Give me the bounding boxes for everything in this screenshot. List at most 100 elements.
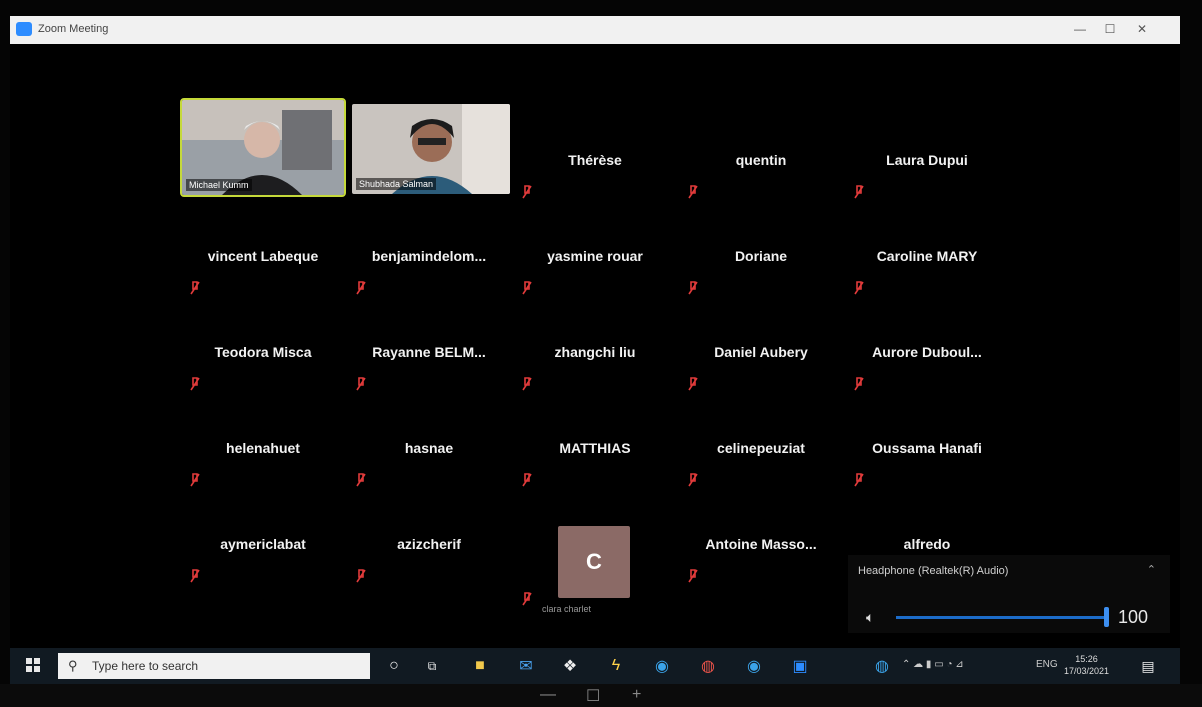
participant-tile[interactable]: Aurore Duboul...	[846, 306, 1008, 401]
muted-mic-icon	[854, 185, 864, 199]
participant-name: quentin	[735, 152, 787, 168]
box-glyph: ☐	[586, 688, 601, 705]
search-placeholder: Type here to search	[92, 659, 199, 673]
plus-glyph: +	[632, 686, 642, 703]
monitor-bezel: — ☐ +	[0, 684, 1202, 707]
participant-name: helenahuet	[226, 440, 300, 456]
muted-mic-icon	[190, 281, 200, 295]
muted-mic-icon	[190, 569, 200, 583]
title-bar: Zoom Meeting — ☐ ✕	[10, 16, 1180, 45]
participant-tile[interactable]: Laura Dupui	[846, 114, 1008, 209]
participant-name: MATTHIAS	[559, 440, 631, 456]
cortana-icon[interactable]: ○	[382, 654, 406, 678]
participant-tile[interactable]: zhangchi liu	[514, 306, 676, 401]
video-tile-name: Shubhada Salman	[356, 178, 437, 190]
participant-tile[interactable]: azizcherif	[348, 498, 510, 593]
participant-tile[interactable]: yasmine rouar	[514, 210, 676, 305]
muted-mic-icon	[356, 473, 366, 487]
participant-tile[interactable]: aymericlabat	[182, 498, 344, 593]
minimize-button[interactable]: —	[1070, 22, 1090, 36]
participant-tile[interactable]: celinepeuziat	[680, 402, 842, 497]
volume-slider-track[interactable]	[896, 616, 1106, 619]
muted-mic-icon	[522, 185, 532, 199]
volume-value: 100	[1118, 607, 1149, 627]
participant-tile[interactable]: Caroline MARY	[846, 210, 1008, 305]
speaker-icon[interactable]: 🔈︎	[866, 609, 874, 626]
participant-tile[interactable]: vincent Labeque	[182, 210, 344, 305]
clock-time: 15:26	[1075, 654, 1098, 664]
muted-mic-icon	[522, 473, 532, 487]
participant-tile[interactable]: Thérèse	[514, 114, 676, 209]
muted-mic-icon	[688, 281, 698, 295]
task-view-icon[interactable]: ⧉	[420, 654, 444, 678]
minus-glyph: —	[540, 686, 556, 703]
muted-mic-icon	[688, 473, 698, 487]
windows-start-icon[interactable]	[26, 658, 40, 672]
muted-mic-icon	[190, 377, 200, 391]
participant-name: Doriane	[734, 248, 788, 264]
muted-mic-icon	[854, 377, 864, 391]
zoom-app-icon	[16, 22, 32, 36]
participant-name: Laura Dupui	[886, 152, 968, 168]
edge-beta-icon[interactable]: ◉	[742, 654, 766, 678]
participant-tile[interactable]: benjamindelom...	[348, 210, 510, 305]
participant-name: zhangchi liu	[554, 344, 636, 360]
participant-tile[interactable]: hasnae	[348, 402, 510, 497]
chevron-up-icon[interactable]: ⌃	[1147, 563, 1156, 576]
participant-tile[interactable]: Daniel Aubery	[680, 306, 842, 401]
maximize-button[interactable]: ☐	[1100, 22, 1120, 36]
participant-tile[interactable]: Rayanne BELM...	[348, 306, 510, 401]
taskbar: ⚲ Type here to search ○ ⧉ ■ ✉ ❖ ϟ ◉ ◍ ◉ …	[10, 648, 1180, 684]
muted-mic-icon	[688, 377, 698, 391]
participant-tile[interactable]: quentin	[680, 114, 842, 209]
participant-tile[interactable]: Doriane	[680, 210, 842, 305]
participant-name: benjamindelom...	[371, 248, 487, 264]
muted-mic-icon	[854, 281, 864, 295]
muted-mic-icon	[190, 473, 200, 487]
participant-tile[interactable]: MATTHIAS	[514, 402, 676, 497]
video-tile-shubhada[interactable]: Shubhada Salman	[352, 104, 510, 194]
zoom-taskbar-icon[interactable]: ▣	[788, 654, 812, 678]
muted-mic-icon	[854, 473, 864, 487]
participant-tile[interactable]: Antoine Masso...	[680, 498, 842, 593]
video-tile-name: Michael Kumm	[186, 179, 252, 191]
participant-name: Caroline MARY	[876, 248, 978, 264]
muted-mic-icon	[688, 185, 698, 199]
chrome-icon[interactable]: ◍	[696, 654, 720, 678]
participant-tile[interactable]: Teodora Misca	[182, 306, 344, 401]
globe-icon[interactable]: ◍	[870, 654, 894, 678]
tray-icons[interactable]: ⌃ ☁ ▮ ▭ ◔ ⊿	[902, 659, 964, 670]
audio-device-name[interactable]: Headphone (Realtek(R) Audio)	[858, 565, 1008, 577]
dropbox-icon[interactable]: ❖	[558, 654, 582, 678]
file-explorer-icon[interactable]: ■	[468, 654, 492, 678]
participant-name: Antoine Masso...	[705, 536, 817, 552]
language-indicator[interactable]: ENG	[1036, 659, 1058, 670]
edge-icon[interactable]: ◉	[650, 654, 674, 678]
muted-mic-icon	[522, 592, 532, 606]
notifications-icon[interactable]: ▤	[1136, 654, 1160, 678]
system-clock[interactable]: 15:26 17/03/2021	[1064, 653, 1109, 677]
muted-mic-icon	[688, 569, 698, 583]
participant-name: celinepeuziat	[717, 440, 805, 456]
muted-mic-icon	[522, 281, 532, 295]
participant-avatar[interactable]: C	[558, 526, 630, 598]
volume-slider-thumb[interactable]	[1104, 607, 1109, 627]
participant-tile[interactable]: helenahuet	[182, 402, 344, 497]
muted-mic-icon	[356, 377, 366, 391]
participant-tile[interactable]: Oussama Hanafi	[846, 402, 1008, 497]
audio-flyout: Headphone (Realtek(R) Audio) ⌃ 🔈︎ 100	[848, 555, 1170, 633]
mail-icon[interactable]: ✉	[514, 654, 538, 678]
lightning-icon[interactable]: ϟ	[604, 654, 628, 678]
muted-mic-icon	[356, 569, 366, 583]
participant-name: clara charlet	[542, 604, 592, 614]
video-tile-michael[interactable]: Michael Kumm	[180, 98, 346, 197]
participant-name: Rayanne BELM...	[372, 344, 486, 360]
participant-name: yasmine rouar	[547, 248, 643, 264]
clock-date: 17/03/2021	[1064, 666, 1110, 676]
participant-name: vincent Labeque	[207, 248, 319, 264]
taskbar-search-input[interactable]: ⚲ Type here to search	[58, 653, 370, 679]
participant-name: azizcherif	[397, 536, 461, 552]
close-button[interactable]: ✕	[1132, 22, 1152, 36]
participant-name: Aurore Duboul...	[872, 344, 982, 360]
window-title: Zoom Meeting	[38, 23, 109, 35]
